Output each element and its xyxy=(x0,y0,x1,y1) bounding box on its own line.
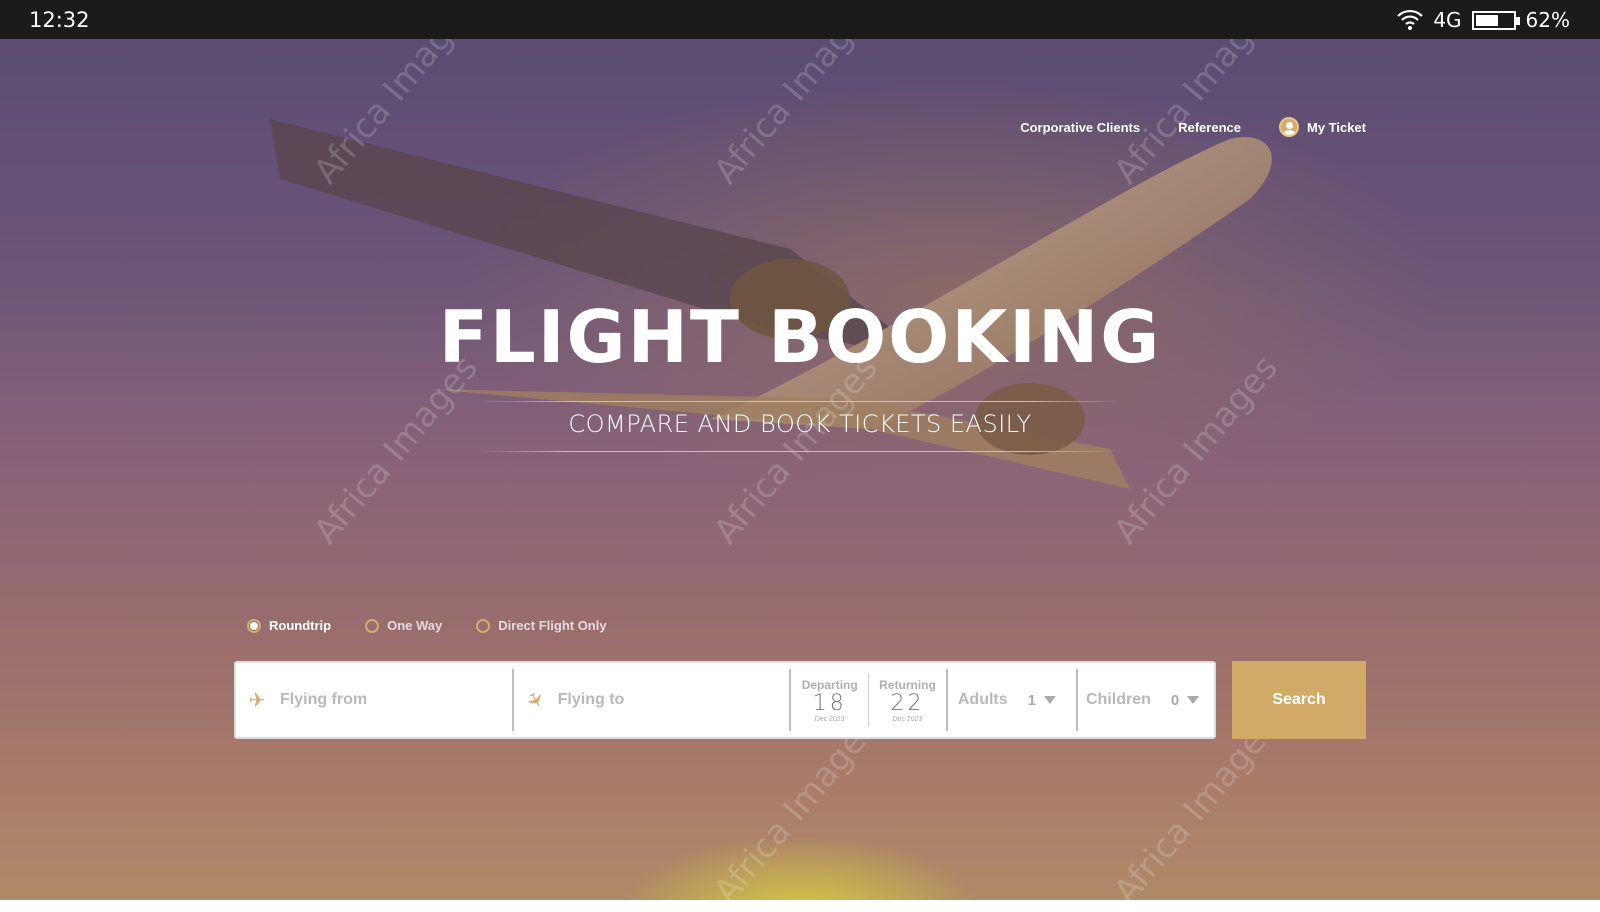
nav-my-ticket[interactable]: My Ticket xyxy=(1278,117,1366,137)
chevron-down-icon xyxy=(1187,696,1200,704)
trip-type-options: Roundtrip One Way Direct Flight Only xyxy=(247,618,607,633)
radio-one-way[interactable]: One Way xyxy=(365,618,442,633)
children-label: Children xyxy=(1085,691,1151,708)
nav-label: Reference xyxy=(1178,119,1241,135)
flying-to-input[interactable]: ✈ Flying to xyxy=(514,669,790,731)
takeoff-icon: ✈ xyxy=(248,689,266,712)
radio-unselected-icon[interactable] xyxy=(476,618,491,633)
departing-label: Departing xyxy=(801,677,858,692)
radio-label: One Way xyxy=(387,618,443,633)
nav-reference[interactable]: Reference xyxy=(1178,120,1241,135)
search-form: ✈ Flying from ✈ Flying to Departing 18 D… xyxy=(234,661,1216,739)
flying-from-placeholder: Flying from xyxy=(280,691,368,708)
radio-unselected-icon[interactable] xyxy=(365,618,380,633)
departing-date-picker[interactable]: Departing 18 Dec 2023 xyxy=(791,678,868,723)
returning-day: 22 xyxy=(890,690,925,716)
returning-month: Dec 2023 xyxy=(892,715,923,723)
children-value: 0 xyxy=(1170,691,1180,709)
radio-direct-flight-only[interactable]: Direct Flight Only xyxy=(476,618,607,633)
radio-selected-icon[interactable] xyxy=(247,618,261,633)
radio-label: Roundtrip xyxy=(269,618,332,633)
departing-day: 18 xyxy=(812,690,847,716)
landing-icon: ✈ xyxy=(520,687,548,714)
departing-month: Dec 2023 xyxy=(814,715,845,723)
status-bar: 12:32 4G 62% xyxy=(0,0,1600,39)
flying-from-input[interactable]: ✈ Flying from xyxy=(236,669,512,731)
search-button[interactable]: Search xyxy=(1232,661,1366,739)
adults-select[interactable]: Adults 1 xyxy=(948,669,1076,731)
battery-percent: 62% xyxy=(1525,8,1570,32)
nav-label: My Ticket xyxy=(1306,119,1366,135)
adults-value: 1 xyxy=(1027,691,1036,709)
returning-label: Returning xyxy=(879,677,936,692)
flying-to-placeholder: Flying to xyxy=(557,691,625,708)
divider xyxy=(475,401,1125,402)
top-nav: Corporative Clients Reference My Ticket xyxy=(1020,117,1366,137)
nav-label: Corporative Clients xyxy=(1020,119,1141,135)
network-type: 4G xyxy=(1433,8,1462,32)
radio-roundtrip[interactable]: Roundtrip xyxy=(247,618,331,633)
clock: 12:32 xyxy=(29,8,90,32)
user-avatar-icon xyxy=(1278,117,1299,137)
page-title: FLIGHT BOOKING xyxy=(438,295,1162,379)
divider xyxy=(475,451,1125,452)
chevron-down-icon xyxy=(1043,696,1056,704)
battery-icon xyxy=(1471,10,1520,30)
returning-date-picker[interactable]: Returning 22 Dec 2023 xyxy=(869,678,946,723)
hero-background xyxy=(0,39,1600,900)
children-select[interactable]: Children 0 xyxy=(1078,669,1214,731)
nav-corporative-clients[interactable]: Corporative Clients xyxy=(1020,120,1140,135)
radio-label: Direct Flight Only xyxy=(498,618,607,633)
adults-label: Adults xyxy=(957,691,1008,708)
page-subtitle: COMPARE AND BOOK TICKETS EASILY xyxy=(568,410,1032,438)
wifi-icon xyxy=(1397,9,1424,30)
